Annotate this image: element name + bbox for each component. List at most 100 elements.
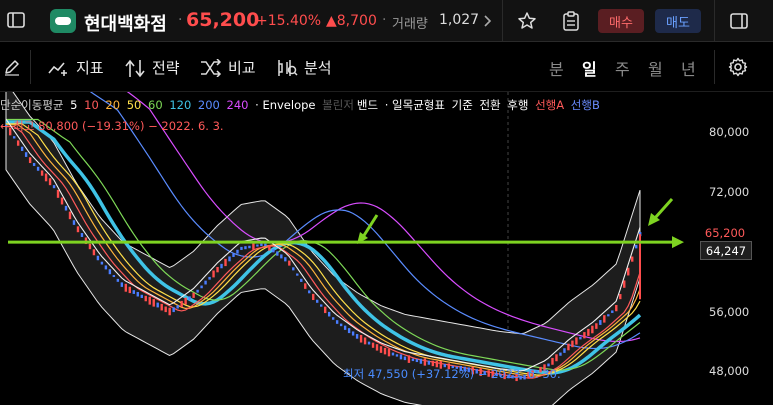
divider (714, 0, 715, 42)
compare-button[interactable]: 비교 (200, 57, 256, 78)
candle (335, 320, 339, 324)
y-axis-label: 80,000 (709, 125, 750, 139)
candle (320, 304, 323, 307)
candle (300, 278, 303, 282)
candle (76, 226, 80, 233)
period-day[interactable]: 일 (582, 56, 597, 80)
candle (264, 243, 267, 247)
candle (559, 352, 562, 356)
ma-period-200: 200 (197, 98, 220, 112)
candle (631, 256, 634, 262)
candle (172, 307, 175, 313)
candle (367, 341, 371, 345)
candle (144, 295, 147, 302)
candle (56, 189, 60, 198)
candle (603, 315, 606, 323)
candle (288, 260, 291, 266)
candle (216, 266, 219, 273)
volume-label: 거래량 (392, 17, 428, 32)
strategy-button[interactable]: 전략 (124, 57, 180, 78)
period-month[interactable]: 월 (648, 56, 663, 80)
candle (387, 348, 391, 357)
candle (280, 254, 283, 259)
candle (176, 305, 179, 309)
candle (64, 205, 68, 211)
chevron-right-icon[interactable] (481, 12, 495, 30)
ma-period-50: 50 (126, 98, 142, 112)
candle (132, 290, 135, 294)
y-axis-label: 56,000 (709, 305, 750, 319)
sell-button[interactable]: 매도 (655, 9, 701, 33)
candle (591, 325, 594, 334)
candle (140, 294, 143, 298)
clipboard-icon[interactable] (560, 10, 582, 32)
candle (128, 286, 132, 294)
candle (339, 323, 343, 327)
candle (20, 146, 24, 151)
level-arrow (672, 236, 684, 249)
candle (256, 244, 259, 247)
current-price-tag: 65,200 (704, 225, 746, 240)
candle (599, 320, 602, 325)
candle (228, 256, 231, 262)
candle (619, 294, 622, 300)
period-week[interactable]: 주 (615, 56, 630, 80)
buy-button[interactable]: 매수 (598, 9, 644, 33)
candle (383, 347, 387, 355)
price-chart[interactable] (0, 92, 773, 405)
candle (180, 300, 183, 308)
candle (32, 162, 36, 166)
pencil-icon[interactable] (2, 57, 22, 77)
candle (188, 296, 191, 301)
candle (316, 299, 319, 303)
candle (124, 283, 128, 292)
period-year[interactable]: 년 (681, 56, 696, 80)
bollinger-band (5, 92, 641, 405)
analysis-button[interactable]: 분석 (276, 57, 332, 78)
gear-icon[interactable] (727, 56, 749, 78)
band-fill (5, 92, 641, 405)
candle (615, 304, 618, 312)
candle (296, 273, 299, 276)
candle (100, 261, 104, 265)
candle (355, 334, 359, 339)
candle (411, 358, 415, 362)
y-axis-label: 48,000 (709, 364, 750, 378)
candle (184, 297, 187, 305)
star-icon[interactable] (516, 10, 538, 32)
candle (327, 311, 331, 317)
candle (331, 317, 335, 320)
candle (168, 307, 171, 316)
candle (347, 328, 351, 334)
ma-period-10: 10 (84, 98, 99, 112)
period-minute[interactable]: 분 (549, 56, 564, 80)
candle (152, 299, 155, 307)
indicator-button[interactable]: 지표 (48, 57, 104, 78)
candle (204, 280, 207, 285)
candle (68, 211, 72, 220)
candle (224, 258, 227, 267)
lagging-label: 후행 (507, 98, 529, 112)
candle (292, 267, 295, 271)
candle (611, 310, 614, 313)
candle (571, 340, 574, 348)
low-note: 최저 47,550 (+37.12%) − 2023. 6. 30. (343, 367, 561, 381)
stock-logo-icon (50, 9, 76, 33)
candle (136, 291, 139, 297)
strategy-label: 전략 (152, 59, 180, 77)
candle (583, 332, 586, 339)
candle (112, 275, 116, 278)
candle (415, 359, 419, 363)
ichimoku-label: · 일목균형표 (384, 98, 445, 112)
candle (48, 178, 52, 186)
compare-icon (201, 58, 222, 77)
divider (502, 0, 503, 42)
analysis-icon (278, 59, 298, 76)
candle (427, 360, 431, 365)
change-percent: +15.40% (256, 13, 322, 29)
panel-toggle-icon[interactable] (728, 10, 750, 32)
compare-label: 비교 (228, 59, 256, 77)
sidebar-toggle-icon[interactable] (6, 10, 26, 30)
candle (567, 343, 570, 351)
span-b-label: 선행B (570, 98, 600, 112)
